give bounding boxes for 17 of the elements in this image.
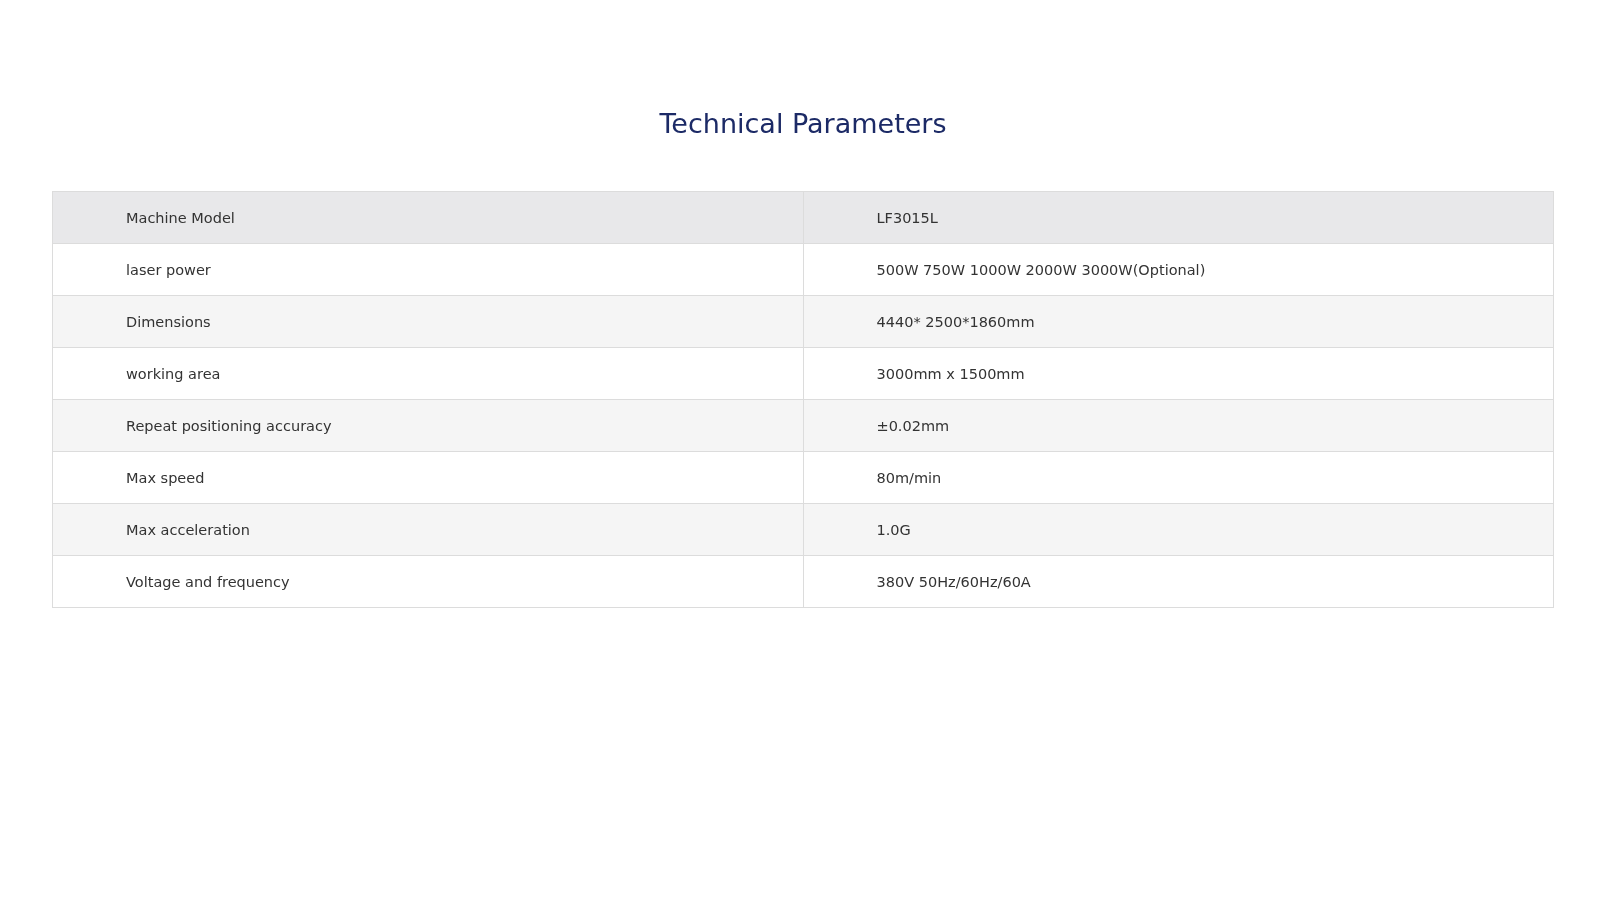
header-cell: LF3015L xyxy=(803,191,1554,244)
table-cell: Repeat positioning accuracy xyxy=(52,399,803,452)
table-cell: Dimensions xyxy=(52,295,803,348)
table-cell: 380V 50Hz/60Hz/60A xyxy=(803,555,1554,608)
table-cell: ±0.02mm xyxy=(803,399,1554,452)
table-cell: Max speed xyxy=(52,451,803,504)
table-cell: 4440* 2500*1860mm xyxy=(803,295,1554,348)
table-cell: Max acceleration xyxy=(52,503,803,556)
section-title: Technical Parameters xyxy=(658,108,948,139)
table-cell: working area xyxy=(52,347,803,400)
table-cell: Voltage and frequency xyxy=(52,555,803,608)
table-cell: laser power xyxy=(52,243,803,296)
table-cell: 80m/min xyxy=(803,451,1554,504)
table-cell: 3000mm x 1500mm xyxy=(803,347,1554,400)
table-cell: 1.0G xyxy=(803,503,1554,556)
header-cell: Machine Model xyxy=(52,191,803,244)
table-cell: 500W 750W 1000W 2000W 3000W(Optional) xyxy=(803,243,1554,296)
